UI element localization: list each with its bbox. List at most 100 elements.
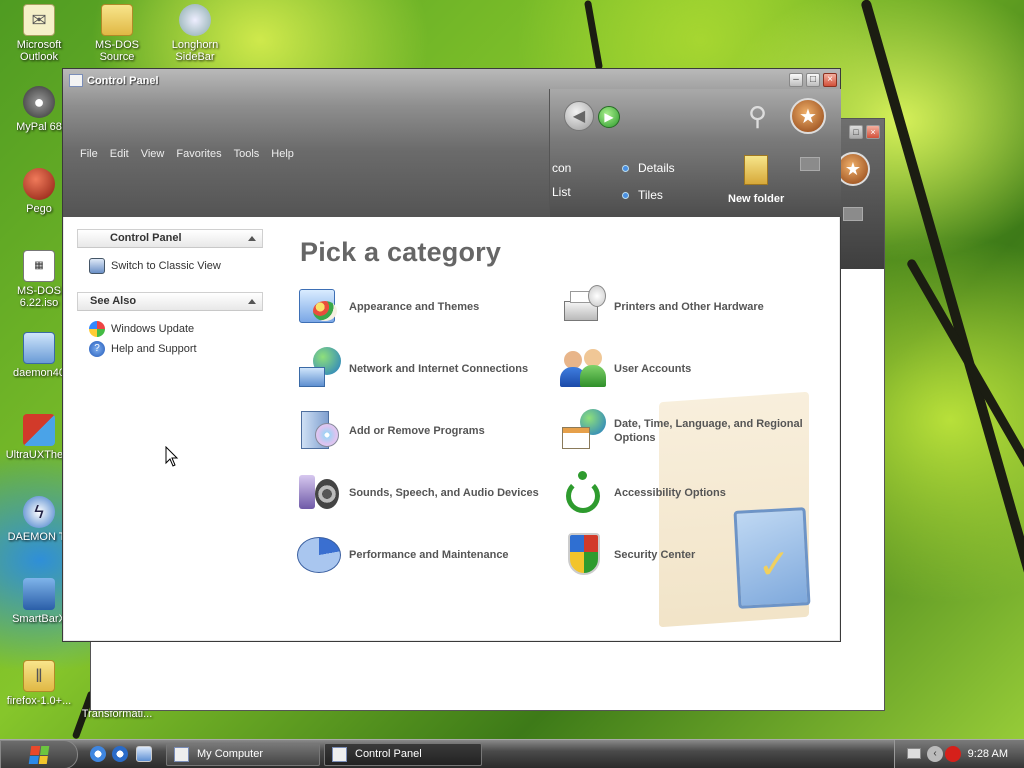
zip-icon: ‖ <box>23 660 55 692</box>
category-security-center[interactable]: Security Center <box>560 529 822 581</box>
task-pane-header-control-panel[interactable]: Control Panel <box>77 229 263 248</box>
help-icon: ? <box>89 341 105 357</box>
title-bar[interactable]: Control Panel – □ × File Edit View Favor… <box>63 69 841 217</box>
taskbar-item-control-panel[interactable]: Control Panel <box>324 743 482 766</box>
pego-icon <box>23 168 55 200</box>
clock[interactable]: 9:28 AM <box>968 748 1008 760</box>
internet-explorer-icon[interactable] <box>90 746 106 762</box>
favorites-star-icon[interactable]: ★ <box>836 152 870 186</box>
mouse-cursor-icon <box>165 446 179 467</box>
favorites-star-icon[interactable]: ★ <box>790 98 826 134</box>
category-sounds-audio[interactable]: Sounds, Speech, and Audio Devices <box>295 467 557 519</box>
add-remove-programs-icon <box>295 407 343 455</box>
antivirus-tray-icon[interactable] <box>945 746 961 762</box>
task-pane: Control Panel Switch to Classic View See… <box>77 229 263 369</box>
control-panel-window[interactable]: Control Panel – □ × File Edit View Favor… <box>62 68 841 642</box>
desktop-icon-firefox-zip[interactable]: ‖ firefox-1.0+... <box>0 660 78 707</box>
desktop-icon-msdos-source[interactable]: MS-DOS Source <box>78 4 156 63</box>
my-computer-icon <box>174 747 189 762</box>
iso-icon: ▦ <box>23 250 55 282</box>
new-folder-icon[interactable] <box>744 155 768 185</box>
minimize-button[interactable]: – <box>789 73 803 87</box>
view-toggle-icon[interactable] <box>800 157 820 171</box>
performance-icon <box>295 531 343 579</box>
raccoon-icon: ● <box>23 86 55 118</box>
keyboard-icon[interactable] <box>907 748 921 759</box>
forward-button[interactable]: ▶ <box>598 106 620 128</box>
windows-update-icon <box>89 321 105 337</box>
close-button[interactable]: × <box>823 73 837 87</box>
taskbar-item-my-computer[interactable]: My Computer <box>166 743 320 766</box>
printer-icon <box>560 283 608 331</box>
daemon-installer-icon <box>23 332 55 364</box>
windows-update-link[interactable]: Windows Update <box>89 319 251 339</box>
window-title: Control Panel <box>87 75 159 87</box>
accessibility-icon <box>560 469 608 517</box>
switch-classic-view-link[interactable]: Switch to Classic View <box>89 256 251 276</box>
user-accounts-icon <box>560 345 608 393</box>
view-option-icons[interactable]: con <box>552 161 571 175</box>
collapse-chevron-icon[interactable] <box>248 236 256 241</box>
category-appearance-themes[interactable]: Appearance and Themes <box>295 281 557 333</box>
back-button[interactable]: ◀ <box>564 101 594 131</box>
smartbar-icon <box>23 578 55 610</box>
wallpaper-branch <box>905 257 1024 678</box>
menu-edit[interactable]: Edit <box>104 148 135 160</box>
control-panel-icon <box>69 74 83 87</box>
wallpaper-branch <box>583 0 604 71</box>
category-printers-hardware[interactable]: Printers and Other Hardware <box>560 281 822 333</box>
desktop-icon-outlook[interactable]: ✉ Microsoft Outlook <box>0 4 78 63</box>
windows-logo-icon <box>28 745 50 764</box>
menu-bar: File Edit View Favorites Tools Help <box>74 148 300 160</box>
view-option-tiles[interactable]: Tiles <box>622 188 663 202</box>
arrow-right-icon: ▶ <box>604 110 614 124</box>
theme-patcher-icon <box>23 414 55 446</box>
security-shield-icon <box>560 531 608 579</box>
content-area: Control Panel Switch to Classic View See… <box>64 217 839 640</box>
search-icon[interactable]: ⚲ <box>748 101 778 131</box>
tray-expand-chevron-icon[interactable]: ‹ <box>927 746 943 762</box>
collapse-chevron-icon[interactable] <box>248 299 256 304</box>
ie-shortcut-icon[interactable] <box>112 746 128 762</box>
menu-favorites[interactable]: Favorites <box>170 148 227 160</box>
taskbar: My Computer Control Panel ‹ 9:28 AM <box>0 739 1024 768</box>
view-toggle-icon[interactable] <box>843 207 863 221</box>
category-network-internet[interactable]: Network and Internet Connections <box>295 343 557 395</box>
menu-file[interactable]: File <box>74 148 104 160</box>
show-desktop-icon[interactable] <box>136 746 152 762</box>
task-pane-header-see-also[interactable]: See Also <box>77 292 263 311</box>
category-performance-maintenance[interactable]: Performance and Maintenance <box>295 529 557 581</box>
appearance-themes-icon <box>295 283 343 331</box>
view-option-details[interactable]: Details <box>622 161 675 175</box>
category-add-remove-programs[interactable]: Add or Remove Programs <box>295 405 557 457</box>
back-window-maximize-button[interactable]: □ <box>849 125 863 139</box>
back-window-close-button[interactable]: × <box>866 125 880 139</box>
network-icon <box>295 345 343 393</box>
system-tray: ‹ 9:28 AM <box>894 740 1024 768</box>
category-user-accounts[interactable]: User Accounts <box>560 343 822 395</box>
sidebar-icon <box>179 4 211 36</box>
menu-help[interactable]: Help <box>265 148 300 160</box>
menu-tools[interactable]: Tools <box>228 148 266 160</box>
category-date-time-regional[interactable]: Date, Time, Language, and Regional Optio… <box>560 405 822 457</box>
category-accessibility[interactable]: Accessibility Options <box>560 467 822 519</box>
sound-icon <box>295 469 343 517</box>
radio-dot-icon <box>622 192 629 200</box>
page-title: Pick a category <box>300 237 502 267</box>
new-folder-button[interactable]: New folder <box>728 193 784 205</box>
radio-dot-icon <box>622 165 629 173</box>
help-support-link[interactable]: ? Help and Support <box>89 339 251 359</box>
start-button[interactable] <box>0 740 78 768</box>
maximize-button[interactable]: □ <box>806 73 820 87</box>
classic-view-icon <box>89 258 105 274</box>
toolbar-panel: ◀ ▶ ⚲ ★ con List Details Tiles New folde… <box>549 89 841 217</box>
view-option-list[interactable]: List <box>552 185 571 199</box>
folder-icon <box>101 4 133 36</box>
arrow-left-icon: ◀ <box>572 108 586 125</box>
outlook-icon: ✉ <box>23 4 55 36</box>
daemon-tools-icon: ϟ <box>23 496 55 528</box>
menu-view[interactable]: View <box>135 148 171 160</box>
desktop-icon-longhorn-sidebar[interactable]: Longhorn SideBar <box>156 4 234 63</box>
date-time-icon <box>560 407 608 455</box>
control-panel-icon <box>332 747 347 762</box>
